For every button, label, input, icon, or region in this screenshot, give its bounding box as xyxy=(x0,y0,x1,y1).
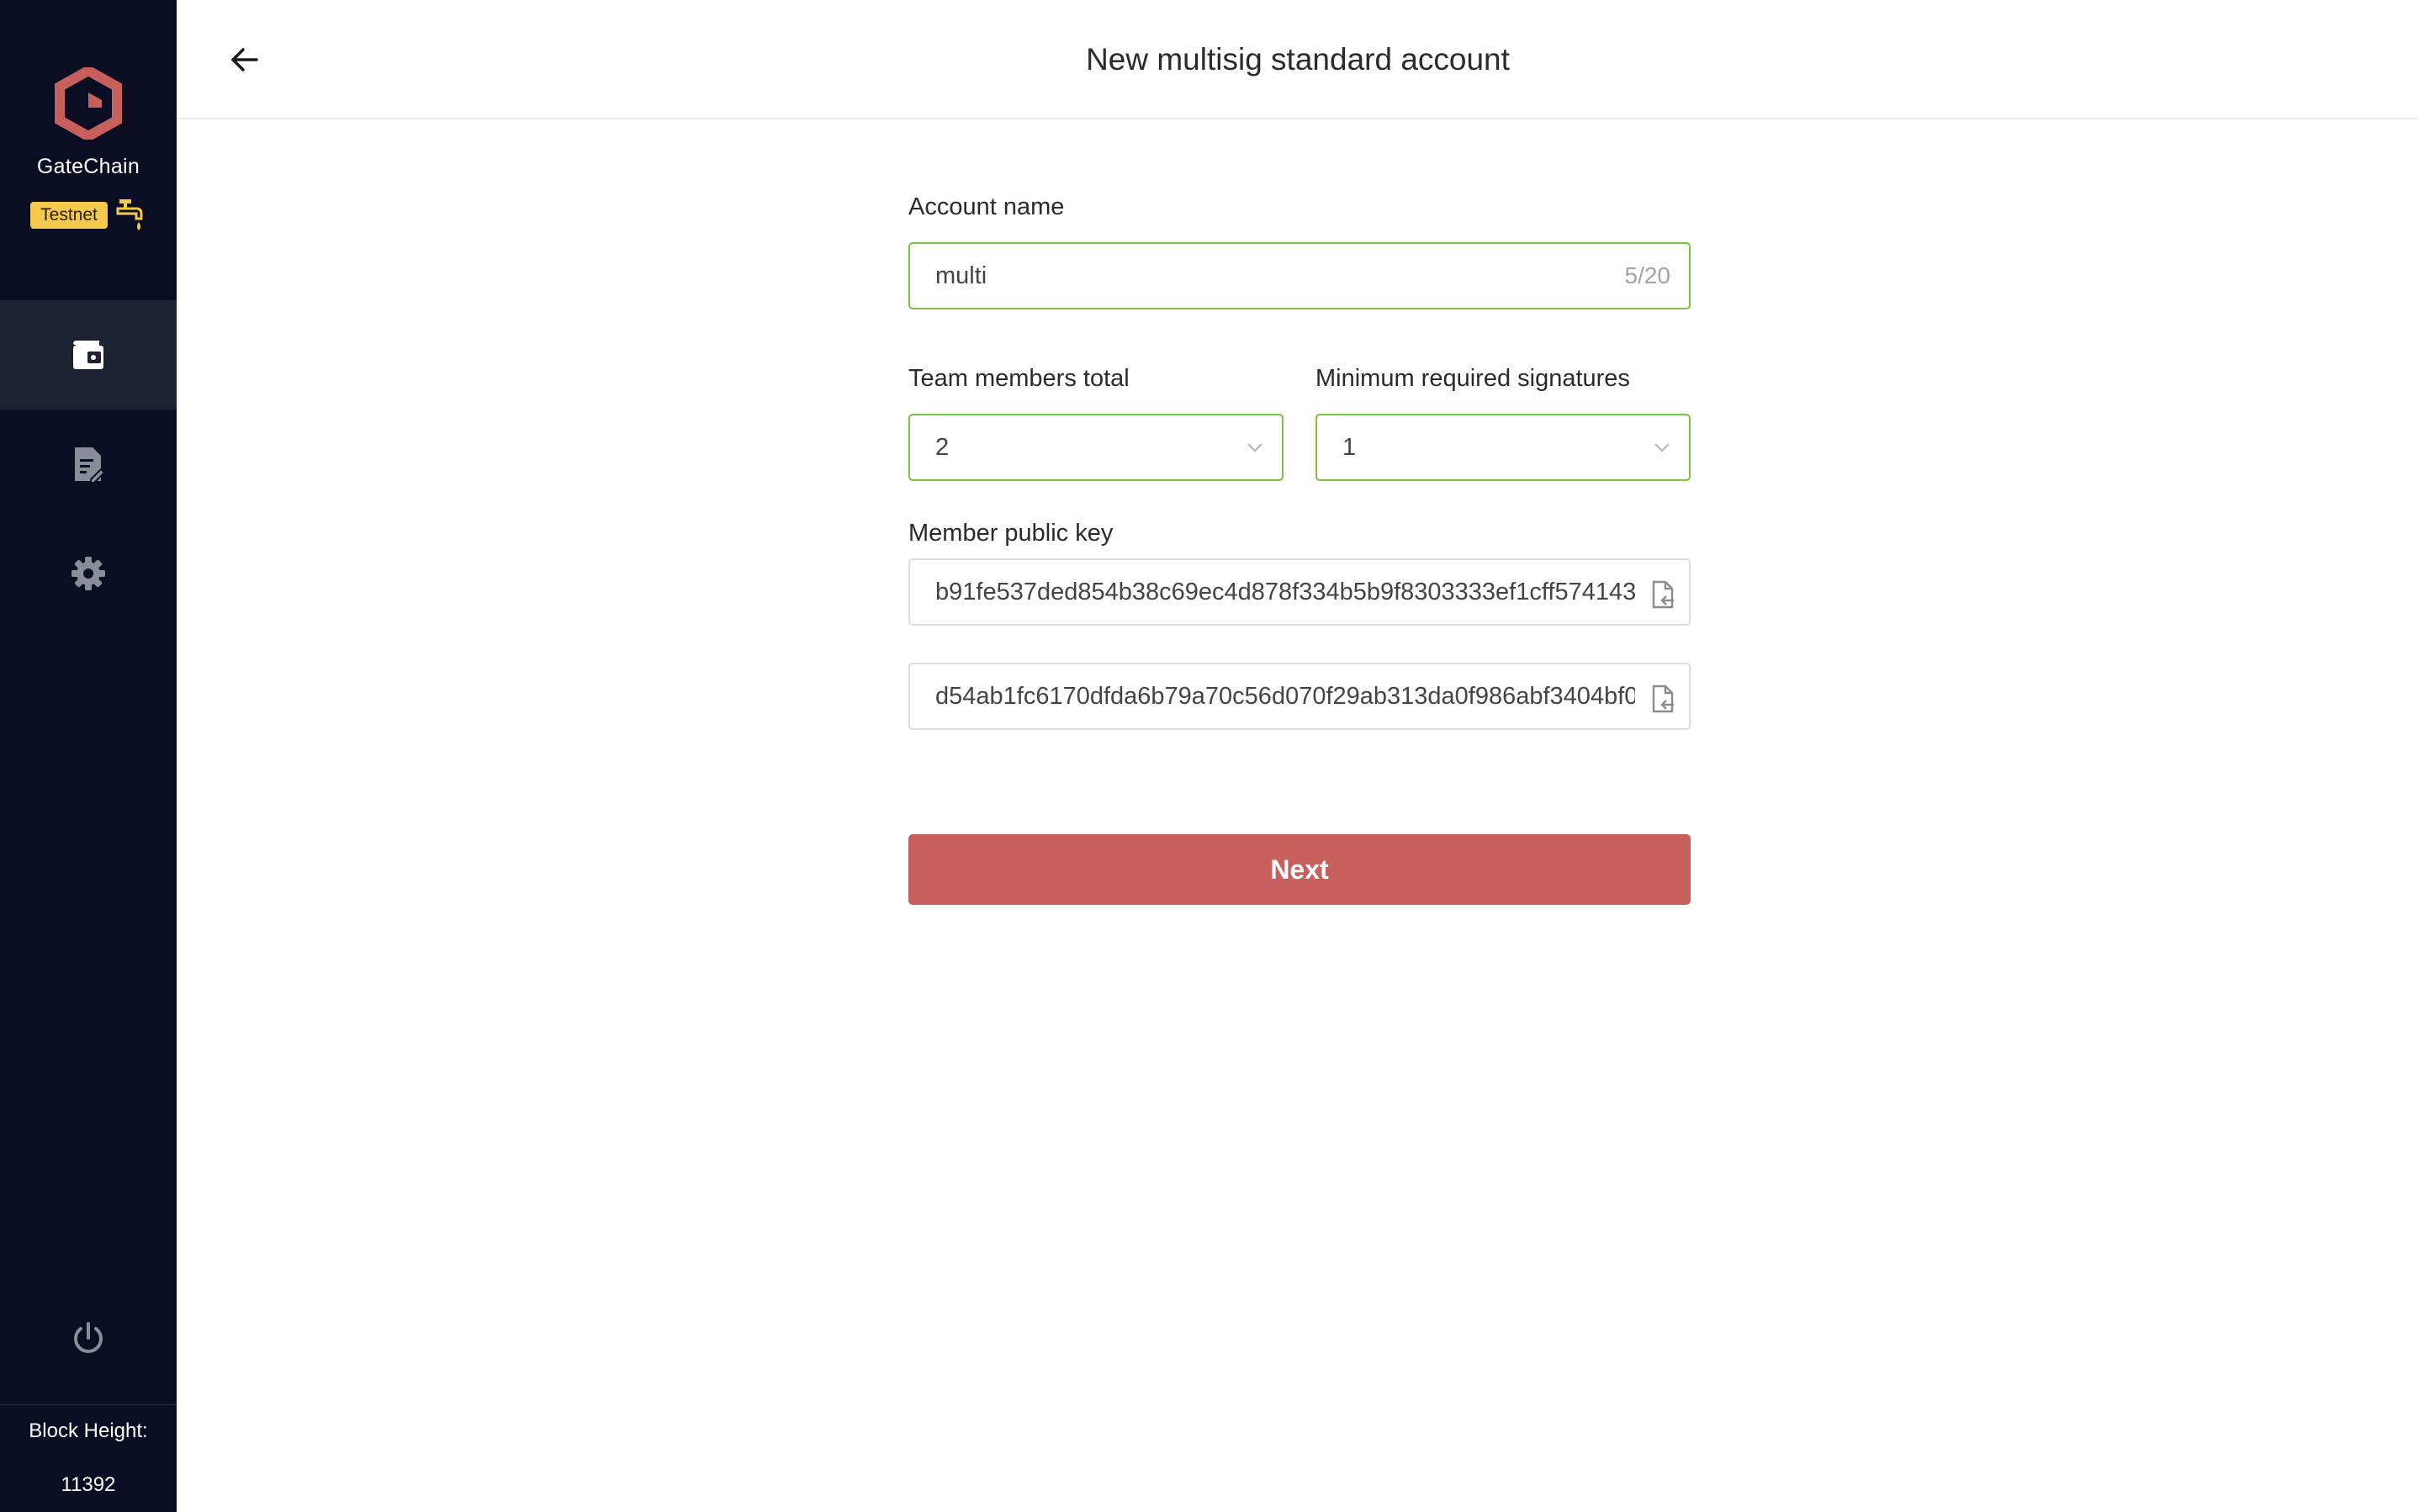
min-signatures-value: 1 xyxy=(1342,434,1357,461)
back-button[interactable] xyxy=(219,34,271,86)
next-button[interactable]: Next xyxy=(908,834,1691,905)
account-name-label: Account name xyxy=(908,193,1065,220)
paste-icon[interactable] xyxy=(1650,580,1677,609)
team-members-select[interactable]: 2 xyxy=(908,414,1284,481)
min-signatures-select[interactable]: 1 xyxy=(1315,414,1691,481)
testnet-badge: Testnet xyxy=(30,202,108,229)
chevron-down-icon xyxy=(1247,443,1262,452)
sidebar-divider xyxy=(0,1404,177,1405)
sidebar-item-transactions[interactable] xyxy=(0,410,177,519)
wallet-icon xyxy=(73,341,103,369)
faucet-icon[interactable] xyxy=(116,197,146,234)
member-public-key-label: Member public key xyxy=(908,520,1114,547)
sidebar: GateChain Testnet Block Height: 11392 xyxy=(0,0,177,1512)
chevron-down-icon xyxy=(1654,443,1670,452)
public-key-field-1[interactable] xyxy=(908,558,1691,626)
gear-icon xyxy=(71,557,105,590)
account-name-input[interactable] xyxy=(935,244,1591,308)
min-signatures-label: Minimum required signatures xyxy=(1315,365,1630,392)
page-title: New multisig standard account xyxy=(1086,42,1510,77)
brand-name: GateChain xyxy=(36,155,140,178)
block-height-label: Block Height: xyxy=(29,1419,148,1442)
transaction-record-icon xyxy=(75,447,104,483)
public-key-input-2[interactable] xyxy=(935,664,1635,728)
power-icon xyxy=(74,1322,103,1353)
public-key-input-1[interactable] xyxy=(935,560,1635,624)
team-members-label: Team members total xyxy=(908,365,1130,392)
sidebar-item-settings[interactable] xyxy=(0,519,177,628)
account-name-field[interactable]: 5/20 xyxy=(908,242,1691,309)
logout-button[interactable] xyxy=(0,1284,177,1393)
sidebar-item-wallet[interactable] xyxy=(0,300,177,410)
block-height-value: 11392 xyxy=(61,1473,116,1496)
arrow-left-icon xyxy=(231,48,258,71)
brand: GateChain xyxy=(0,67,177,179)
character-counter: 5/20 xyxy=(1624,262,1671,288)
gatechain-logo-icon xyxy=(55,67,122,140)
paste-icon[interactable] xyxy=(1650,685,1677,713)
public-key-field-2[interactable] xyxy=(908,663,1691,730)
team-members-value: 2 xyxy=(935,434,950,461)
page-header: New multisig standard account xyxy=(177,0,2419,119)
network-row: Testnet xyxy=(0,197,177,234)
